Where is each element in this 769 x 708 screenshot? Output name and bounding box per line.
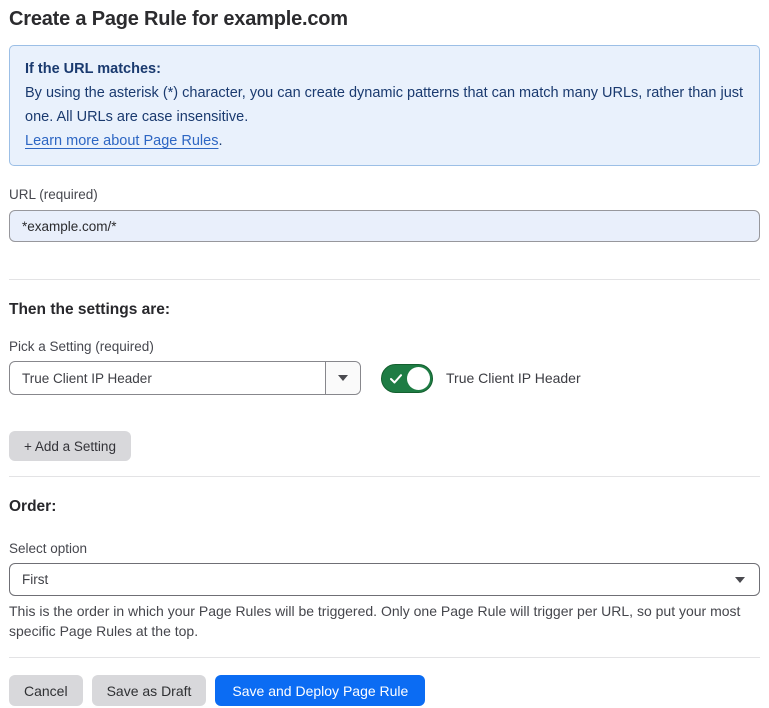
url-field-label: URL (required) [9,187,760,202]
learn-more-link[interactable]: Learn more about Page Rules [25,133,218,149]
info-box-body: By using the asterisk (*) character, you… [25,81,744,129]
setting-select-arrow-button[interactable] [325,362,360,394]
check-icon [390,374,402,384]
link-suffix: . [218,133,222,149]
order-select[interactable]: First [9,563,760,596]
info-box-link-row: Learn more about Page Rules. [25,129,744,153]
setting-select[interactable]: True Client IP Header [9,361,361,395]
setting-select-value: True Client IP Header [10,371,164,386]
divider [9,279,760,280]
chevron-down-icon [735,577,745,583]
order-section-heading: Order: [9,498,760,516]
divider [9,657,760,658]
order-help-text: This is the order in which your Page Rul… [9,601,759,641]
toggle-knob [407,367,430,390]
save-deploy-button[interactable]: Save and Deploy Page Rule [215,675,425,706]
url-match-info-box: If the URL matches: By using the asteris… [9,45,760,166]
settings-section-heading: Then the settings are: [9,301,760,319]
chevron-down-icon [338,375,348,381]
url-input[interactable] [9,210,760,242]
page-rule-form: Create a Page Rule for example.com If th… [0,0,769,706]
setting-row: True Client IP Header True Client IP Hea… [9,361,760,395]
save-draft-button[interactable]: Save as Draft [92,675,207,706]
add-setting-button[interactable]: + Add a Setting [9,431,131,461]
order-select-value: First [10,572,60,587]
cancel-button[interactable]: Cancel [9,675,83,706]
order-select-label: Select option [9,541,760,556]
footer-actions: Cancel Save as Draft Save and Deploy Pag… [9,675,760,706]
page-title: Create a Page Rule for example.com [9,8,760,31]
divider [9,476,760,477]
true-client-ip-toggle[interactable] [381,364,433,393]
info-box-heading: If the URL matches: [25,57,744,81]
toggle-label: True Client IP Header [446,370,581,386]
pick-setting-label: Pick a Setting (required) [9,339,760,354]
